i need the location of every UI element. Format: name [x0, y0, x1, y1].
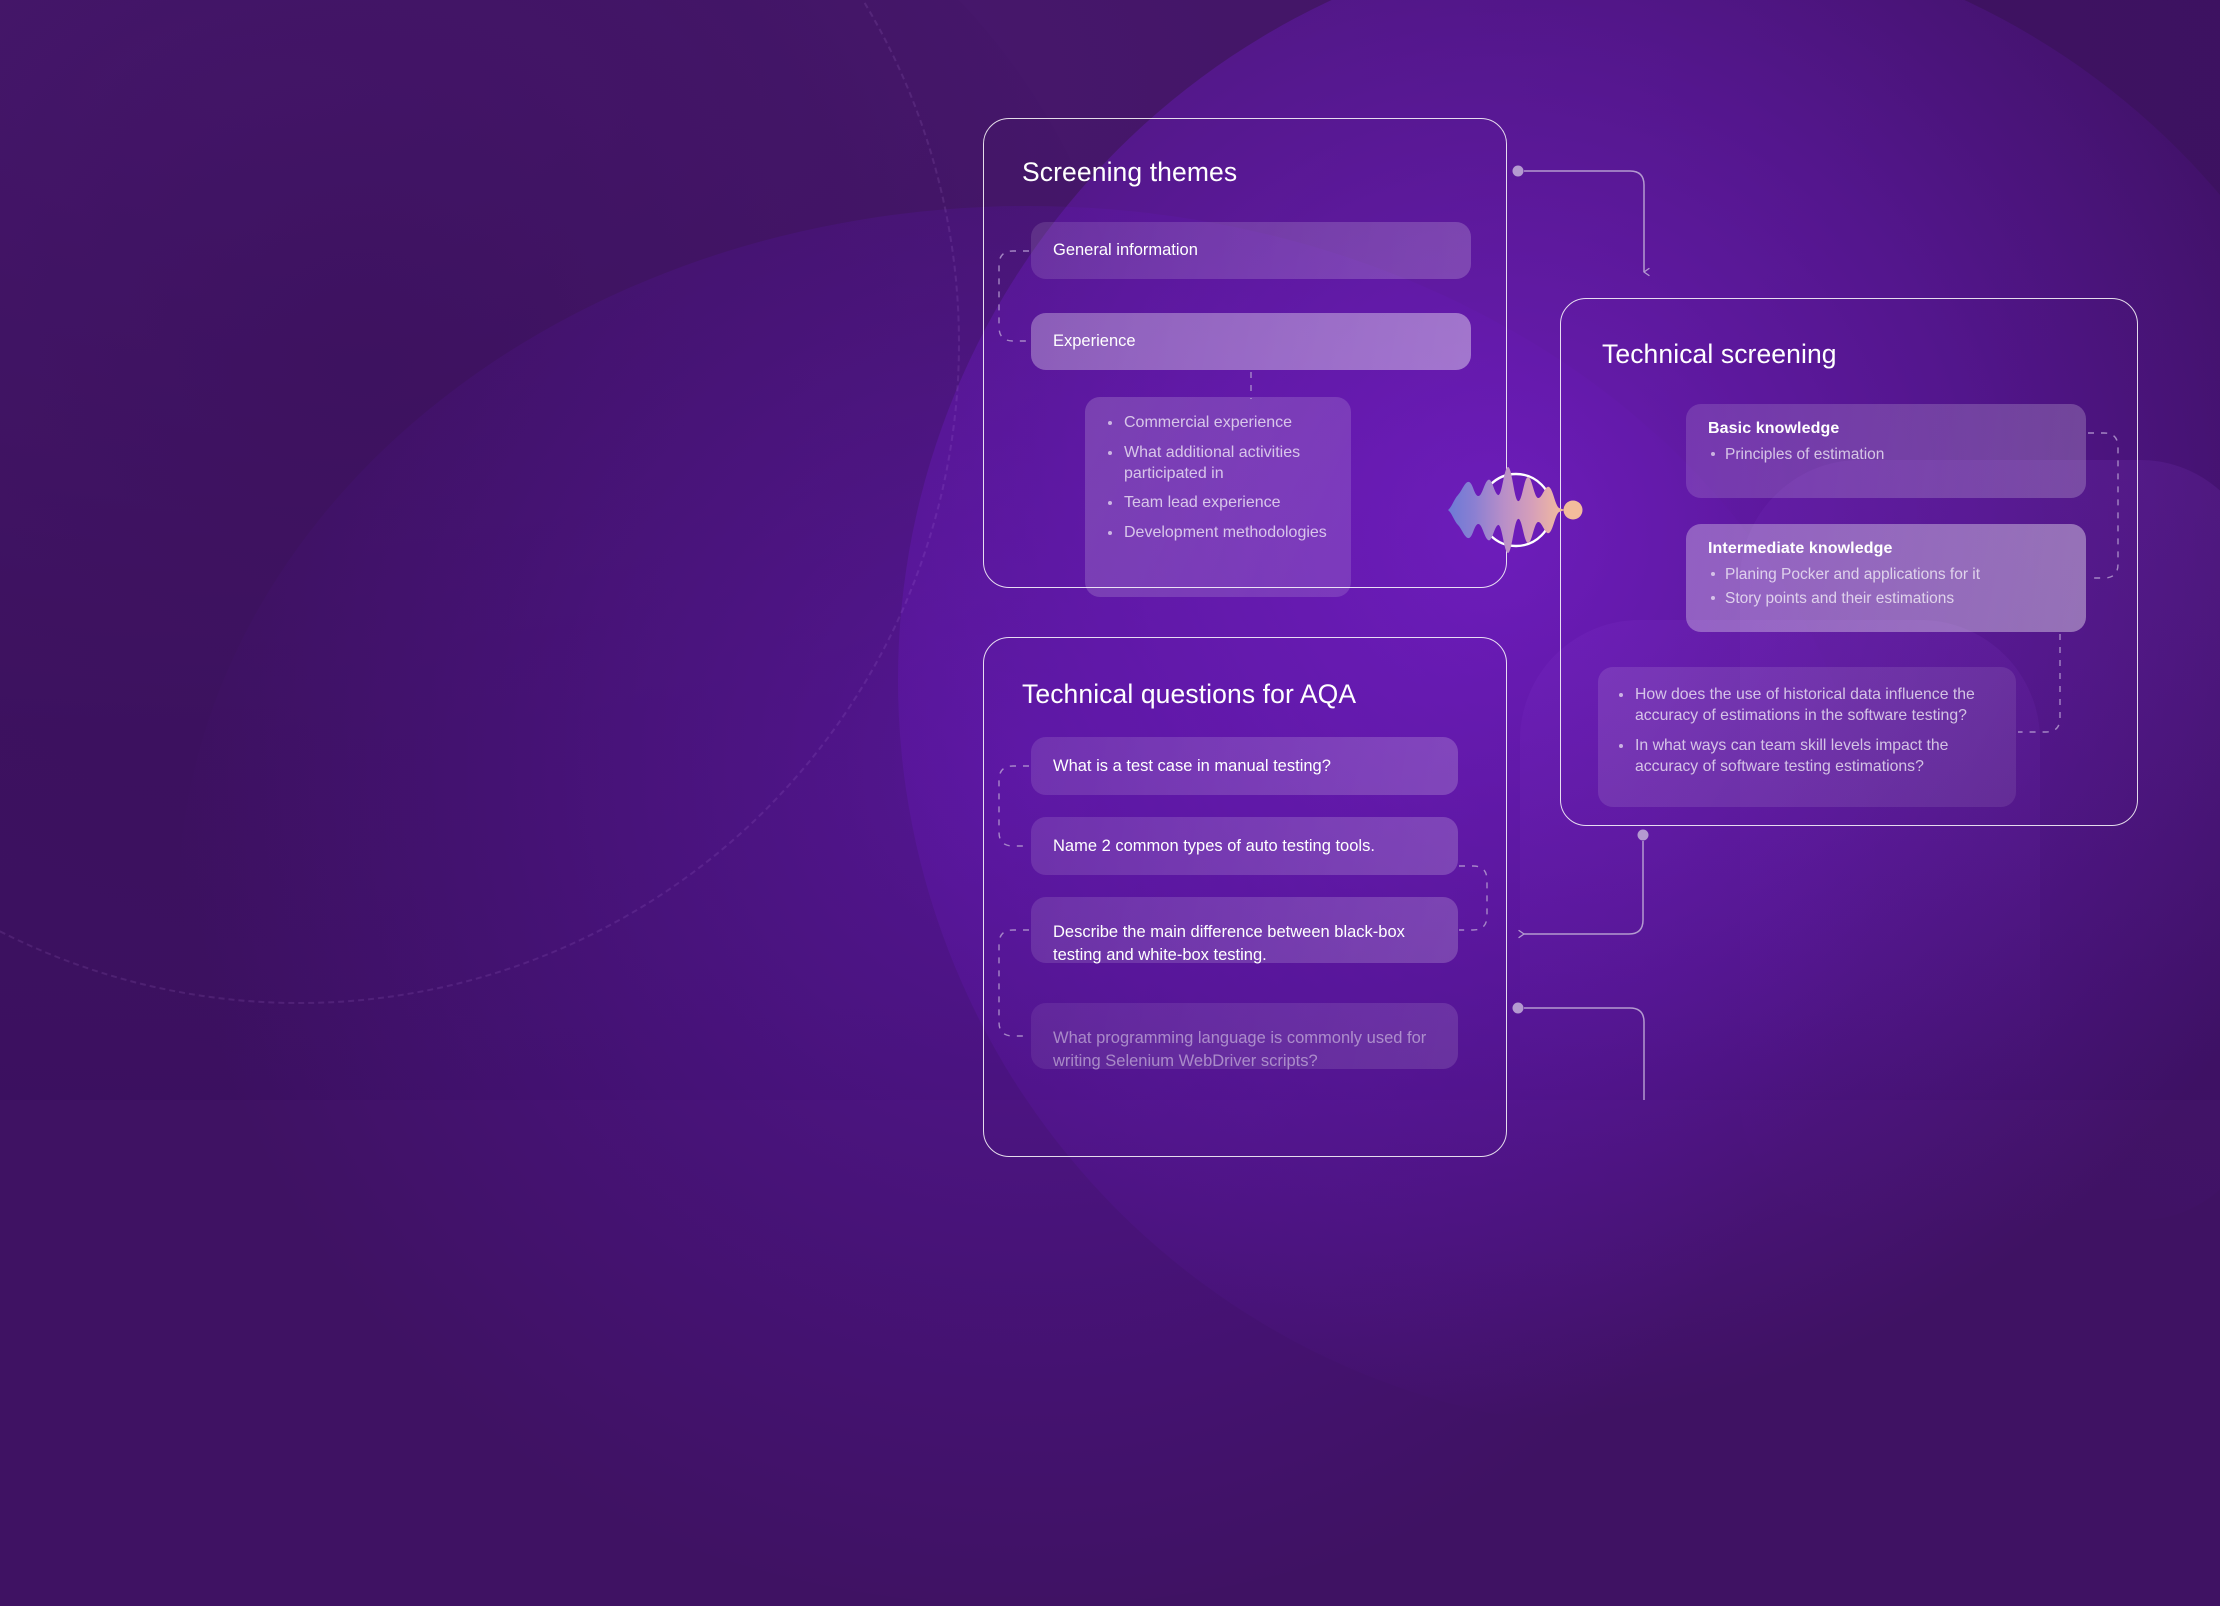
knowledge-block-heading: Basic knowledge	[1708, 420, 1840, 437]
experience-detail-list: Commercial experience What additional ac…	[1085, 397, 1351, 597]
question-label: Name 2 common types of auto testing tool…	[1053, 836, 1375, 855]
theme-item-experience[interactable]: Experience	[1031, 313, 1471, 370]
question-label: What is a test case in manual testing?	[1053, 756, 1331, 775]
generated-questions-list: How does the use of historical data infl…	[1598, 667, 2016, 807]
list-item: Commercial experience	[1105, 413, 1331, 434]
knowledge-block-intermediate[interactable]: Intermediate knowledge Planing Pocker an…	[1686, 524, 2086, 632]
theme-item-general-information[interactable]: General information	[1031, 222, 1471, 279]
knowledge-block-basic[interactable]: Basic knowledge Principles of estimation	[1686, 404, 2086, 498]
list-item: Development methodologies	[1105, 523, 1331, 544]
question-label: Describe the main difference between bla…	[1053, 923, 1405, 964]
list-item: Planing Pocker and applications for it	[1708, 565, 2064, 585]
page-title: Screening themes	[1022, 157, 1238, 187]
theme-item-label: General information	[1053, 241, 1198, 259]
theme-item-label: Experience	[1053, 332, 1136, 350]
list-item: Principles of estimation	[1708, 445, 2064, 465]
hub-end-dot	[1563, 500, 1583, 520]
page-title: Technical questions for AQA	[1022, 679, 1357, 709]
question-item-1[interactable]: What is a test case in manual testing?	[1031, 737, 1458, 795]
list-item: How does the use of historical data infl…	[1616, 685, 1994, 727]
list-item: Story points and their estimations	[1708, 589, 2064, 609]
question-item-3[interactable]: Describe the main difference between bla…	[1031, 897, 1458, 964]
list-item: Team lead experience	[1105, 493, 1331, 514]
audio-waveform-icon	[1448, 467, 1583, 553]
hub-waveform	[1448, 467, 1565, 553]
question-label: What programming language is commonly us…	[1053, 1029, 1427, 1070]
knowledge-block-heading: Intermediate knowledge	[1708, 540, 1893, 557]
question-item-4[interactable]: What programming language is commonly us…	[1031, 1003, 1458, 1070]
page-title: Technical screening	[1602, 339, 1837, 369]
question-item-2[interactable]: Name 2 common types of auto testing tool…	[1031, 817, 1458, 875]
list-item: In what ways can team skill levels impac…	[1616, 736, 1994, 778]
list-item: What additional activities participated …	[1105, 443, 1331, 485]
